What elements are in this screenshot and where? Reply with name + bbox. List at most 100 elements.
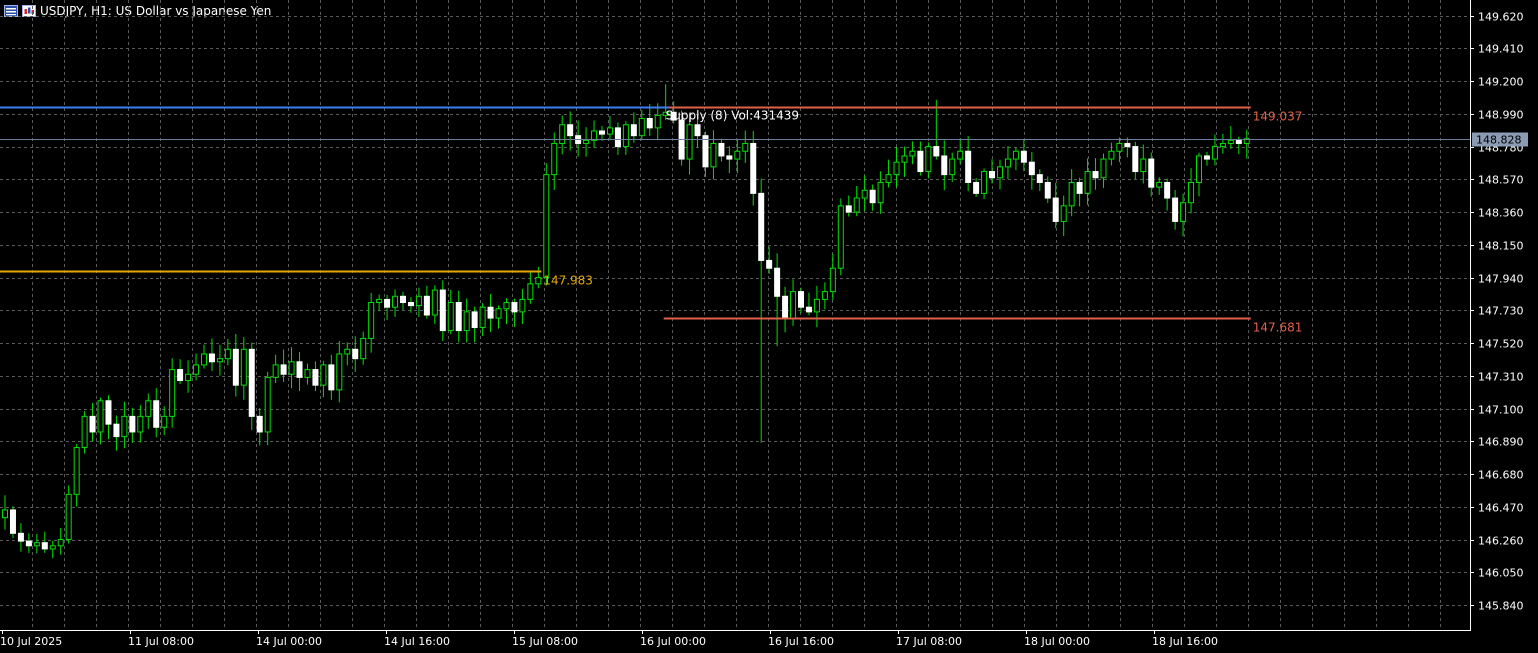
candle-body-bull[interactable] xyxy=(1180,202,1187,222)
candle-body-bull[interactable] xyxy=(527,283,534,300)
candle-body-bear[interactable] xyxy=(1028,161,1035,176)
candle-body-bull[interactable] xyxy=(1156,181,1163,188)
candle-body-bull[interactable] xyxy=(479,306,486,328)
candle-body-bull[interactable] xyxy=(2,509,8,519)
candle-body-bull[interactable] xyxy=(1108,150,1115,160)
candle-body-bull[interactable] xyxy=(415,295,422,307)
candle-body-bear[interactable] xyxy=(177,369,184,381)
candle-body-bull[interactable] xyxy=(535,277,542,285)
candle-body-bear[interactable] xyxy=(726,155,733,160)
candle-body-bear[interactable] xyxy=(973,181,980,194)
candle-body-bear[interactable] xyxy=(1076,181,1083,194)
candle-body-bull[interactable] xyxy=(431,289,438,316)
candle-body-bull[interactable] xyxy=(734,150,741,160)
candle-body-bull[interactable] xyxy=(925,146,932,173)
candle-body-bull[interactable] xyxy=(1140,158,1147,173)
candle-body-bull[interactable] xyxy=(240,348,247,386)
candle-body-bear[interactable] xyxy=(328,364,335,391)
candle-body-bull[interactable] xyxy=(957,150,964,160)
candle-body-bull[interactable] xyxy=(813,298,820,313)
candle-body-bear[interactable] xyxy=(869,189,876,204)
candle-body-bear[interactable] xyxy=(232,348,239,386)
candle-body-bear[interactable] xyxy=(630,124,637,137)
candle-body-bull[interactable] xyxy=(837,205,844,269)
candle-body-bull[interactable] xyxy=(909,150,916,157)
candle-body-bull[interactable] xyxy=(264,376,271,433)
candle-body-bear[interactable] xyxy=(487,306,494,319)
candle-body-bull[interactable] xyxy=(185,373,192,381)
candle-body-bear[interactable] xyxy=(1148,158,1155,188)
candle-body-bear[interactable] xyxy=(599,130,605,135)
candle-body-bear[interactable] xyxy=(296,361,303,378)
candle-body-bull[interactable] xyxy=(790,291,797,319)
candle-body-bear[interactable] xyxy=(312,369,319,386)
candle-body-bear[interactable] xyxy=(758,192,765,261)
candle-body-bull[interactable] xyxy=(1116,142,1123,152)
candle-body-bull[interactable] xyxy=(885,174,892,183)
candle-body-bull[interactable] xyxy=(821,291,828,300)
candle-body-bull[interactable] xyxy=(376,298,383,304)
candle-body-bull[interactable] xyxy=(495,308,502,319)
candle-body-bull[interactable] xyxy=(583,139,590,144)
candle-body-bull[interactable] xyxy=(161,415,168,428)
candle-body-bear[interactable] xyxy=(774,267,781,297)
candle-body-bull[interactable] xyxy=(447,302,454,332)
candle-body-bear[interactable] xyxy=(384,298,391,308)
candle-body-bear[interactable] xyxy=(917,150,924,173)
candle-body-bear[interactable] xyxy=(105,400,112,425)
candle-body-bull[interactable] xyxy=(49,545,56,550)
candle-body-bear[interactable] xyxy=(9,509,16,534)
candle-body-bear[interactable] xyxy=(782,295,789,319)
candle-body-bear[interactable] xyxy=(567,124,574,137)
candle-body-bull[interactable] xyxy=(1227,139,1234,144)
candle-body-bear[interactable] xyxy=(511,302,518,313)
candle-body-bull[interactable] xyxy=(710,142,717,168)
candle-body-bear[interactable] xyxy=(989,171,996,179)
candle-body-bull[interactable] xyxy=(169,369,176,417)
candle-body-bear[interactable] xyxy=(17,532,24,542)
candle-body-bear[interactable] xyxy=(1132,146,1139,173)
candle-body-bear[interactable] xyxy=(1235,139,1242,144)
candle-body-bull[interactable] xyxy=(503,302,510,310)
candle-body-bull[interactable] xyxy=(829,267,836,293)
candle-body-bear[interactable] xyxy=(965,150,972,183)
candle-body-bull[interactable] xyxy=(216,358,223,363)
candle-body-bear[interactable] xyxy=(1164,181,1171,199)
candle-body-bear[interactable] xyxy=(750,142,757,194)
candle-body-bull[interactable] xyxy=(742,142,749,152)
candle-body-bull[interactable] xyxy=(392,295,399,308)
candle-body-bull[interactable] xyxy=(33,542,40,547)
candle-body-bear[interactable] xyxy=(352,348,359,360)
candle-body-bear[interactable] xyxy=(718,142,725,157)
candle-body-bull[interactable] xyxy=(893,161,900,176)
candle-body-bull[interactable] xyxy=(81,415,88,449)
candle-body-bull[interactable] xyxy=(368,302,375,339)
candle-body-bull[interactable] xyxy=(121,415,128,438)
candle-body-bear[interactable] xyxy=(798,291,804,308)
candle-body-bull[interactable] xyxy=(1004,158,1011,168)
candle-body-bull[interactable] xyxy=(1196,155,1202,183)
candle-body-bear[interactable] xyxy=(41,542,48,550)
candle-body-bull[interactable] xyxy=(1068,181,1075,207)
candle-body-bull[interactable] xyxy=(304,369,311,378)
candle-body-bull[interactable] xyxy=(861,189,868,199)
candle-body-bull[interactable] xyxy=(1188,181,1195,204)
candle-body-bear[interactable] xyxy=(25,540,32,547)
candle-body-bull[interactable] xyxy=(1060,205,1067,222)
candle-body-bull[interactable] xyxy=(272,364,279,378)
candle-body-bear[interactable] xyxy=(280,364,287,375)
candle-body-bull[interactable] xyxy=(551,142,558,176)
candle-body-bull[interactable] xyxy=(336,353,343,391)
candle-body-bull[interactable] xyxy=(57,539,64,547)
candle-body-bear[interactable] xyxy=(614,127,621,148)
candle-body-bear[interactable] xyxy=(153,400,160,428)
candle-body-bear[interactable] xyxy=(766,259,773,269)
candle-body-bear[interactable] xyxy=(845,205,852,213)
candle-body-bull[interactable] xyxy=(1012,150,1019,160)
candle-body-bull[interactable] xyxy=(360,337,367,360)
candle-body-bull[interactable] xyxy=(1100,158,1107,179)
candle-body-bull[interactable] xyxy=(288,361,295,375)
candle-body-bear[interactable] xyxy=(455,302,462,332)
candle-body-bull[interactable] xyxy=(201,353,207,366)
candle-body-bull[interactable] xyxy=(654,114,661,129)
